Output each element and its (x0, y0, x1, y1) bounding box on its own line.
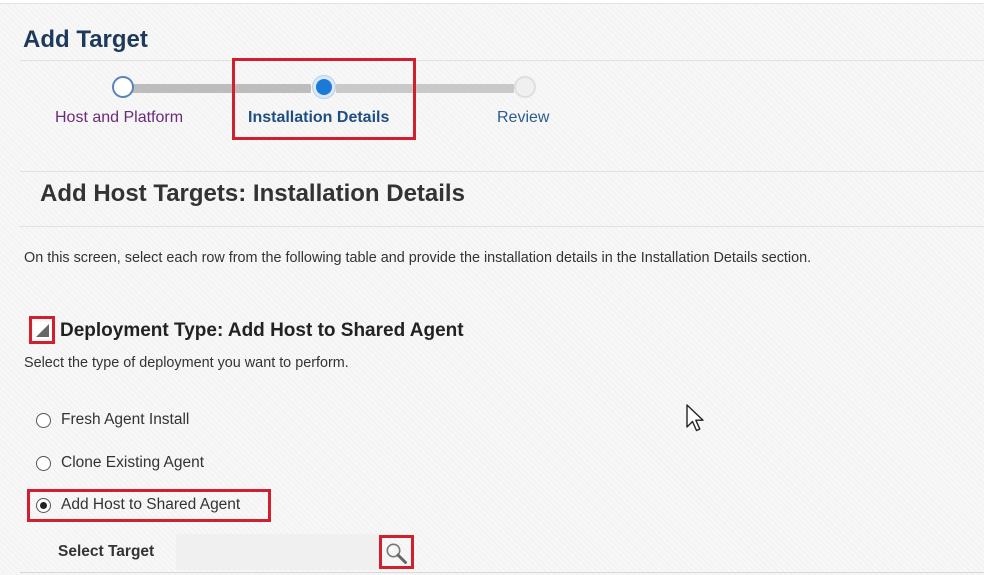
highlight-box-search (379, 535, 414, 569)
deployment-type-header: Deployment Type: Add Host to Shared Agen… (60, 320, 464, 341)
step-node-review (514, 76, 536, 98)
radio-label: Clone Existing Agent (61, 454, 205, 471)
section-divider (20, 226, 984, 227)
section-top-divider (20, 171, 984, 172)
select-target-input[interactable] (176, 534, 380, 570)
radio-label: Fresh Agent Install (61, 411, 190, 428)
section-title: Add Host Targets: Installation Details (40, 180, 465, 207)
deployment-type-subtitle: Select the type of deployment you want t… (24, 355, 349, 371)
bottom-divider (20, 572, 984, 573)
radio-button[interactable] (36, 412, 51, 428)
instructions-text: On this screen, select each row from the… (24, 250, 812, 266)
select-target-label: Select Target (58, 543, 155, 560)
title-divider (20, 60, 984, 61)
triangle-collapse-icon[interactable] (34, 322, 51, 339)
page-title: Add Target (23, 26, 148, 53)
radio-clone-existing-agent[interactable]: Clone Existing Agent (36, 454, 204, 472)
radio-fresh-agent-install[interactable]: Fresh Agent Install (36, 411, 189, 429)
top-border (0, 0, 984, 4)
step-node-host-platform[interactable] (112, 76, 134, 98)
step-label-host-platform[interactable]: Host and Platform (55, 109, 183, 127)
highlight-box-shared-agent-option (27, 489, 271, 522)
mouse-pointer-icon (686, 404, 704, 432)
radio-button[interactable] (36, 455, 51, 471)
highlight-box-installation-step (232, 58, 416, 140)
step-label-review: Review (497, 109, 550, 126)
